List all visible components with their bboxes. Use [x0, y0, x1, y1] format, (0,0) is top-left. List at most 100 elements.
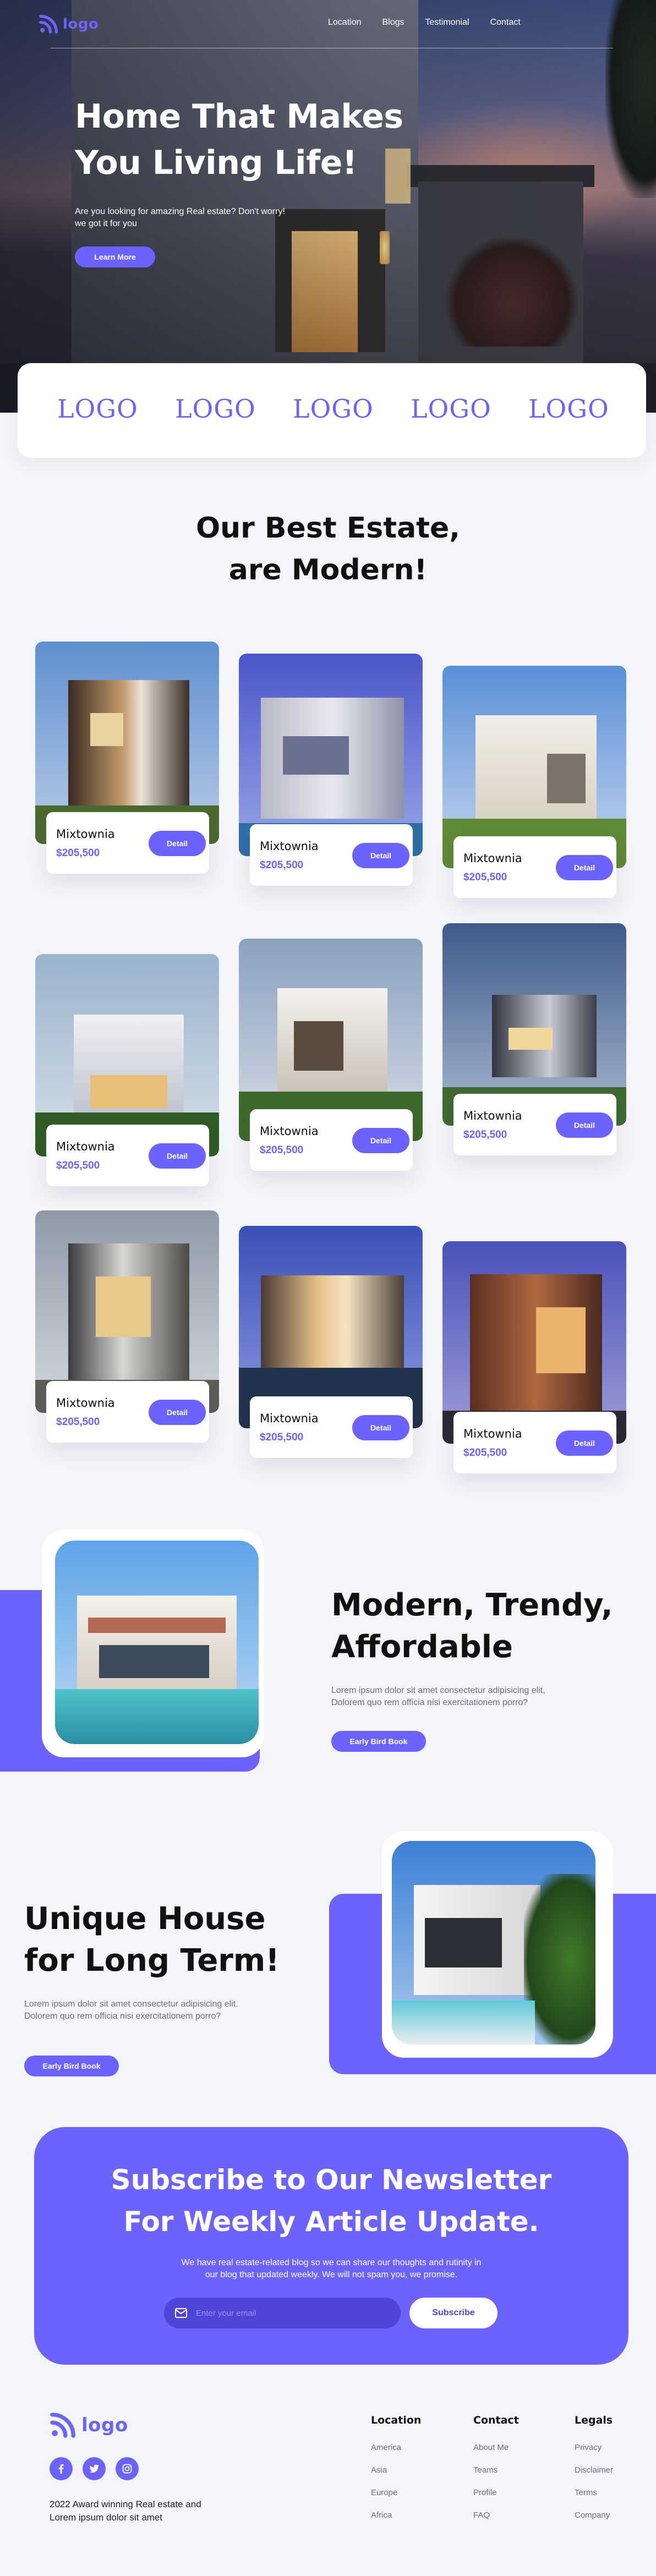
partner-logo-2: LOGO: [175, 394, 256, 424]
feature1-text: Lorem ipsum dolor sit amet consectetur a…: [331, 1686, 545, 1707]
feature2-title-line2: for Long Term!: [24, 1943, 280, 1978]
hero-title: Home That Makes You Living Life!: [75, 94, 427, 186]
footer-link[interactable]: Terms: [575, 2488, 613, 2497]
footer-link[interactable]: Africa: [371, 2511, 421, 2520]
footer-tagline: 2022 Award winning Real estate and Lorem…: [50, 2499, 201, 2523]
estate-price: $205,500: [260, 859, 304, 871]
estate-name: Mixtownia: [56, 1396, 115, 1410]
footer-link[interactable]: Disclaimer: [575, 2465, 613, 2475]
estate-price: $205,500: [463, 1129, 507, 1141]
estate-price: $205,500: [260, 1144, 304, 1156]
estates-title: Our Best Estate, are Modern!: [0, 507, 656, 591]
detail-button[interactable]: Detail: [556, 1430, 613, 1456]
footer-link[interactable]: Teams: [473, 2465, 519, 2475]
newsletter-text-line1: We have real estate-related blog so we c…: [181, 2258, 482, 2267]
footer-link[interactable]: Europe: [371, 2488, 421, 2497]
estate-price: $205,500: [56, 1160, 100, 1171]
estate-info: Mixtownia $205,500 Detail: [46, 812, 209, 874]
feature2-image: [392, 1841, 595, 2045]
newsletter-text: We have real estate-related blog so we c…: [34, 2257, 628, 2281]
estate-name: Mixtownia: [260, 1125, 319, 1138]
footer-link[interactable]: Asia: [371, 2465, 421, 2475]
twitter-icon[interactable]: [83, 2457, 106, 2480]
footer-column-contact: Contact About Me Teams Profile FAQ: [473, 2414, 519, 2533]
newsletter-title-line1: Subscribe to Our Newsletter: [111, 2164, 552, 2196]
footer-link[interactable]: Privacy: [575, 2443, 613, 2452]
footer-logo-text: logo: [81, 2414, 128, 2436]
detail-button[interactable]: Detail: [352, 843, 409, 868]
header-logo[interactable]: logo: [39, 13, 99, 35]
early-bird-book-button[interactable]: Early Bird Book: [331, 1731, 426, 1752]
nav-testimonial[interactable]: Testimonial: [425, 18, 469, 28]
estate-info: Mixtownia $205,500 Detail: [250, 1396, 413, 1458]
estate-info: Mixtownia $205,500 Detail: [250, 1109, 413, 1171]
estate-name: Mixtownia: [56, 1140, 115, 1153]
footer-link[interactable]: FAQ: [473, 2511, 519, 2520]
estate-name: Mixtownia: [463, 852, 522, 865]
partner-logos: LOGO LOGO LOGO LOGO LOGO: [18, 363, 646, 458]
instagram-icon[interactable]: [116, 2457, 139, 2480]
footer-column-location: Location America Asia Europe Africa: [371, 2414, 421, 2533]
logo-wifi-icon: [50, 2413, 75, 2438]
detail-button[interactable]: Detail: [149, 1143, 206, 1169]
nav-blogs[interactable]: Blogs: [382, 18, 404, 28]
footer-column-legals: Legals Privacy Disclaimer Terms Company: [575, 2414, 613, 2533]
email-input[interactable]: [196, 2308, 378, 2318]
newsletter-title-line2: For Weekly Article Update.: [123, 2206, 539, 2238]
footer-column-title: Legals: [575, 2414, 613, 2426]
estate-info: Mixtownia $205,500 Detail: [453, 836, 616, 898]
estate-price: $205,500: [56, 1416, 100, 1428]
newsletter-email-field[interactable]: [164, 2298, 401, 2328]
detail-button[interactable]: Detail: [352, 1128, 409, 1153]
footer-logo[interactable]: logo: [50, 2412, 128, 2438]
footer-link[interactable]: America: [371, 2443, 421, 2452]
estate-info: Mixtownia $205,500 Detail: [46, 1381, 209, 1443]
hero-section: logo Location Blogs Testimonial Contact …: [0, 0, 656, 413]
detail-button[interactable]: Detail: [556, 855, 613, 880]
feature1-title: Modern, Trendy, Affordable: [331, 1585, 617, 1668]
estate-info: Mixtownia $205,500 Detail: [250, 824, 413, 886]
footer-link[interactable]: About Me: [473, 2443, 519, 2452]
detail-button[interactable]: Detail: [556, 1112, 613, 1138]
partner-logo-1: LOGO: [57, 394, 138, 424]
estate-name: Mixtownia: [463, 1109, 522, 1122]
feature2-title: Unique House for Long Term!: [24, 1898, 310, 1982]
footer-link[interactable]: Company: [575, 2511, 613, 2520]
estates-title-line1: Our Best Estate,: [195, 512, 461, 545]
logo-text: logo: [63, 16, 99, 32]
feature1-title-line2: Affordable: [331, 1629, 513, 1665]
estate-price: $205,500: [260, 1432, 304, 1443]
newsletter-title: Subscribe to Our Newsletter For Weekly A…: [34, 2159, 628, 2243]
estate-price: $205,500: [56, 847, 100, 859]
estate-price: $205,500: [463, 872, 507, 883]
footer-link[interactable]: Profile: [473, 2488, 519, 2497]
feature1-title-line1: Modern, Trendy,: [331, 1587, 613, 1623]
hero-subtitle: Are you looking for amazing Real estate?…: [75, 207, 285, 228]
footer-column-title: Location: [371, 2414, 422, 2426]
partner-logo-4: LOGO: [411, 394, 491, 424]
feature2-text: Lorem ipsum dolor sit amet consectetur a…: [24, 1999, 238, 2021]
footer-column-title: Contact: [473, 2414, 519, 2426]
learn-more-button[interactable]: Learn More: [75, 246, 155, 267]
social-links: [50, 2457, 139, 2480]
nav-contact[interactable]: Contact: [490, 18, 521, 28]
detail-button[interactable]: Detail: [352, 1415, 409, 1440]
facebook-icon[interactable]: [50, 2457, 73, 2480]
estate-name: Mixtownia: [463, 1427, 522, 1440]
mail-icon: [175, 2308, 187, 2318]
early-bird-book-button[interactable]: Early Bird Book: [24, 2056, 119, 2076]
detail-button[interactable]: Detail: [149, 831, 206, 856]
nav-links: Location Blogs Testimonial Contact: [328, 18, 521, 28]
feature1-image: [55, 1541, 259, 1744]
feature2-title-line1: Unique House: [24, 1901, 266, 1937]
partner-logo-3: LOGO: [293, 394, 374, 424]
estate-name: Mixtownia: [260, 1412, 319, 1425]
estate-info: Mixtownia $205,500 Detail: [46, 1125, 209, 1186]
estate-info: Mixtownia $205,500 Detail: [453, 1412, 616, 1473]
detail-button[interactable]: Detail: [149, 1400, 206, 1425]
newsletter-section: Subscribe to Our Newsletter For Weekly A…: [34, 2127, 628, 2365]
nav-location[interactable]: Location: [328, 18, 362, 28]
estate-name: Mixtownia: [260, 840, 319, 853]
newsletter-text-line2: our blog that updated weekly. We will no…: [205, 2270, 458, 2279]
subscribe-button[interactable]: Subscribe: [409, 2298, 498, 2328]
